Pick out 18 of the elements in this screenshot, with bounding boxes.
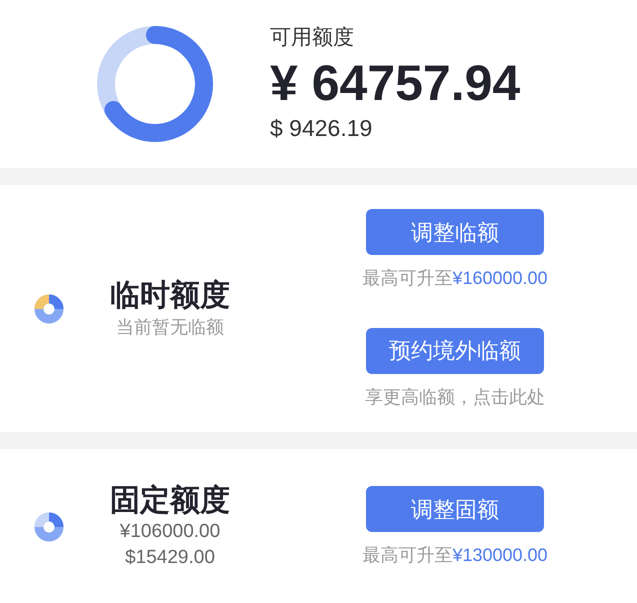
section-title: 固定额度 — [110, 482, 230, 519]
section-detail: ¥106000.00 — [120, 520, 220, 544]
section-title: 临时额度 — [110, 278, 230, 314]
limit-amount: ¥160000.00 — [452, 267, 548, 290]
hint-text: 最高可升至 — [362, 544, 452, 567]
available-usd: $ 9426.19 — [270, 114, 374, 143]
donut-icon — [34, 512, 64, 542]
limit-amount: ¥130000.00 — [452, 544, 548, 567]
hint-text: 享更高临额，点击此处 — [365, 386, 545, 408]
available-label: 可用额度 — [270, 25, 355, 52]
available-amount: ¥ 64757.94 — [270, 54, 520, 112]
action-button[interactable]: 调整临额 — [366, 209, 544, 255]
action-button[interactable]: 预约境外临额 — [366, 328, 544, 374]
action-button[interactable]: 调整固额 — [366, 486, 544, 532]
donut-icon — [34, 294, 64, 324]
section-detail: 当前暂无临额 — [116, 316, 224, 340]
hint-text: 最高可升至 — [362, 267, 452, 290]
section-detail: $15429.00 — [125, 546, 215, 570]
